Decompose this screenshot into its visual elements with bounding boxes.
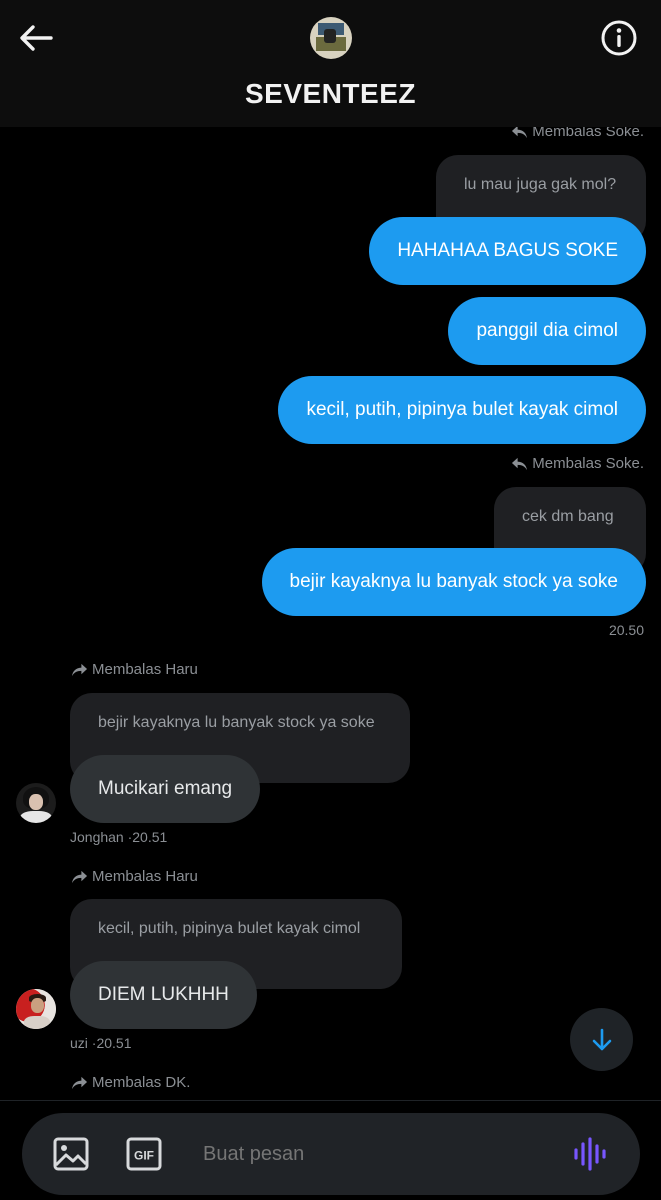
- image-icon: [53, 1137, 89, 1171]
- reply-context-label: Membalas DK.: [71, 1074, 190, 1091]
- arrow-down-icon: [592, 1028, 611, 1050]
- sender-meta: uzi ·20.51: [70, 1035, 132, 1051]
- info-icon: [601, 20, 637, 56]
- reply-context-label: Membalas Soke.: [511, 455, 644, 472]
- voice-icon: [574, 1137, 606, 1171]
- add-gif-button[interactable]: GIF: [125, 1135, 163, 1173]
- scroll-to-bottom-button[interactable]: [570, 1008, 633, 1071]
- info-button[interactable]: [599, 18, 639, 58]
- message-bubble[interactable]: bejir kayaknya lu banyak stock ya soke: [261, 548, 646, 616]
- message-composer: GIF: [22, 1113, 640, 1195]
- back-arrow-icon: [20, 25, 53, 51]
- group-avatar[interactable]: [310, 17, 352, 59]
- message-bubble[interactable]: kecil, putih, pipinya bulet kayak cimol: [278, 376, 646, 444]
- forward-icon: [71, 870, 88, 884]
- forward-icon: [71, 1076, 88, 1090]
- reply-context-label: Membalas Haru: [71, 661, 198, 678]
- gif-icon: GIF: [126, 1137, 162, 1171]
- conversation-title: SEVENTEEZ: [245, 78, 416, 109]
- forward-icon: [71, 663, 88, 677]
- back-button[interactable]: [14, 20, 58, 56]
- conversation-header: SEVENTEEZ: [0, 0, 661, 127]
- avatar[interactable]: [16, 783, 56, 823]
- reply-context-label: Membalas Haru: [71, 868, 198, 885]
- composer-divider: [0, 1100, 661, 1101]
- avatar[interactable]: [16, 989, 56, 1029]
- sender-meta: Jonghan ·20.51: [70, 829, 168, 845]
- message-bubble[interactable]: DIEM LUKHHH: [70, 961, 257, 1029]
- message-bubble[interactable]: panggil dia cimol: [448, 297, 646, 365]
- add-photo-button[interactable]: [52, 1135, 90, 1173]
- reply-icon: [512, 457, 528, 471]
- message-bubble[interactable]: Mucikari emang: [70, 755, 261, 823]
- message-input[interactable]: [203, 1113, 543, 1195]
- message-timestamp: 20.50: [608, 622, 644, 638]
- message-bubble[interactable]: HAHAHAA BAGUS SOKE: [369, 217, 646, 285]
- voice-message-button[interactable]: [570, 1133, 610, 1175]
- svg-text:GIF: GIF: [134, 1149, 154, 1163]
